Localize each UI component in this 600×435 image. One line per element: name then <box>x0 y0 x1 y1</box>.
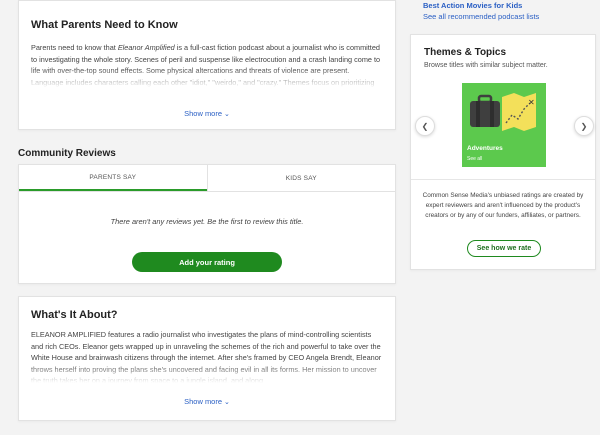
parents-body-pre: Parents need to know that <box>31 43 118 52</box>
about-show-more-label: Show more <box>184 397 223 406</box>
divider <box>411 179 595 180</box>
about-card-body: ELEANOR AMPLIFIED features a radio journ… <box>31 330 382 383</box>
see-how-we-rate-button[interactable]: See how we rate <box>467 240 541 257</box>
about-card-body-wrap: ELEANOR AMPLIFIED features a radio journ… <box>31 321 383 383</box>
about-card-title: What's It About? <box>31 309 118 321</box>
themes-topics-card: Themes & Topics Browse titles with simil… <box>410 34 596 270</box>
parents-card-title: What Parents Need to Know <box>31 19 178 31</box>
podcast-title-italic: Eleanor Amplified <box>117 43 175 52</box>
carousel-next-button[interactable]: ❯ <box>574 116 594 136</box>
parents-show-more-label: Show more <box>184 109 223 118</box>
svg-text:✕: ✕ <box>528 98 535 107</box>
theme-tile-name: Adventures <box>467 145 503 152</box>
see-all-podcast-lists-link[interactable]: See all recommended podcast lists <box>423 11 539 22</box>
community-reviews-title: Community Reviews <box>18 148 116 159</box>
parents-card-body-wrap: Parents need to know that Eleanor Amplif… <box>31 31 383 88</box>
ratings-disclaimer: Common Sense Media's unbiased ratings ar… <box>422 192 584 219</box>
add-your-rating-button[interactable]: Add your rating <box>132 252 282 272</box>
themes-title: Themes & Topics <box>424 47 507 58</box>
best-action-movies-link[interactable]: Best Action Movies for Kids <box>423 0 539 11</box>
recommended-lists: Best Action Movies for Kids See all reco… <box>423 0 539 22</box>
themes-subtitle: Browse titles with similar subject matte… <box>424 62 548 69</box>
tab-kids-say[interactable]: KIDS SAY <box>206 165 396 191</box>
suitcase-map-icon: ✕ <box>470 93 536 131</box>
parents-show-more-button[interactable]: Show more ⌄ <box>19 109 395 118</box>
chevron-left-icon: ❮ <box>421 121 429 131</box>
chevron-right-icon: ❯ <box>580 121 588 131</box>
parents-card-body: Parents need to know that Eleanor Amplif… <box>31 42 383 88</box>
parents-need-to-know-card: What Parents Need to Know Parents need t… <box>18 0 396 130</box>
about-show-more-button[interactable]: Show more ⌄ <box>19 397 395 406</box>
chevron-down-icon: ⌄ <box>224 399 230 406</box>
theme-tile-adventures[interactable]: ✕ Adventures See all <box>462 83 546 167</box>
reviews-tabs: PARENTS SAY KIDS SAY <box>19 165 395 192</box>
chevron-down-icon: ⌄ <box>224 111 230 118</box>
no-reviews-message: There aren't any reviews yet. Be the fir… <box>110 217 304 226</box>
theme-tile-see-all: See all <box>467 156 483 162</box>
community-reviews-card: PARENTS SAY KIDS SAY There aren't any re… <box>18 164 396 284</box>
carousel-prev-button[interactable]: ❮ <box>415 116 435 136</box>
whats-it-about-card: What's It About? ELEANOR AMPLIFIED featu… <box>18 296 396 421</box>
tab-parents-say[interactable]: PARENTS SAY <box>19 165 207 191</box>
